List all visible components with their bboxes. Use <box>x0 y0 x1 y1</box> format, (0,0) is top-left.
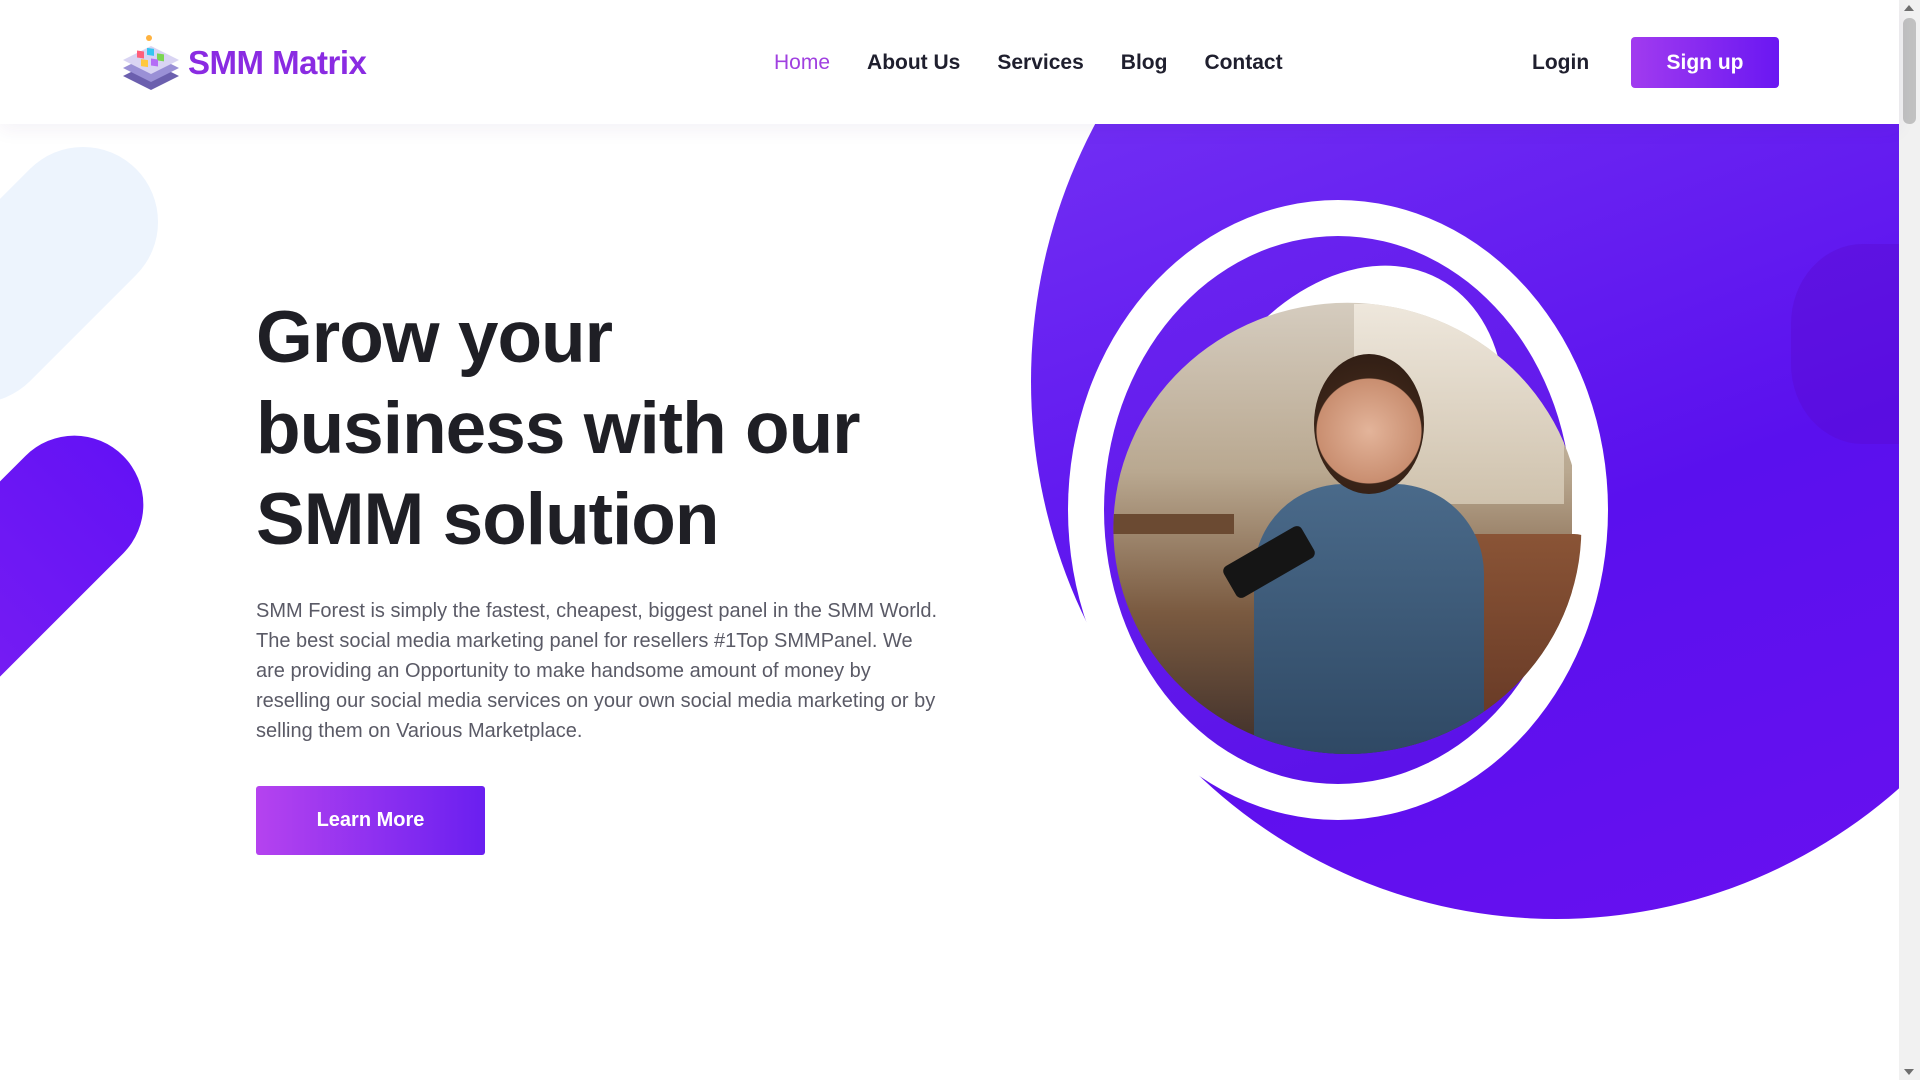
scroll-thumb[interactable] <box>1903 18 1916 124</box>
stacked-apps-icon <box>119 32 181 94</box>
nav-about-us[interactable]: About Us <box>867 47 960 79</box>
logo[interactable]: SMM Matrix <box>119 31 367 95</box>
hero-description: SMM Forest is simply the fastest, cheape… <box>256 600 938 742</box>
signup-button[interactable]: Sign up <box>1631 37 1779 88</box>
nav-blog[interactable]: Blog <box>1121 47 1168 79</box>
learn-more-button[interactable]: Learn More <box>256 786 485 855</box>
nav-home[interactable]: Home <box>774 47 830 79</box>
scroll-up-icon[interactable] <box>1904 5 1914 11</box>
decorative-shape-light <box>0 115 190 435</box>
hero-title-line-1: Grow your <box>256 297 613 378</box>
page-scrollbar[interactable] <box>1899 0 1920 1080</box>
nav-contact[interactable]: Contact <box>1204 47 1282 79</box>
logo-text: SMM Matrix <box>188 44 367 81</box>
login-link[interactable]: Login <box>1532 47 1589 79</box>
site-header: SMM Matrix Home About Us Services Blog C… <box>0 0 1899 124</box>
main-nav: Home About Us Services Blog Contact <box>774 47 1320 79</box>
hero-title-line-2: business with our <box>256 388 861 469</box>
scroll-down-icon[interactable] <box>1904 1069 1914 1075</box>
nav-services[interactable]: Services <box>997 47 1083 79</box>
hero-title-line-3: SMM solution <box>256 479 719 560</box>
hero-title: Grow your business with our SMM solution <box>256 292 956 565</box>
hero-visual <box>1020 124 1899 966</box>
decorative-shape-purple <box>0 407 172 731</box>
